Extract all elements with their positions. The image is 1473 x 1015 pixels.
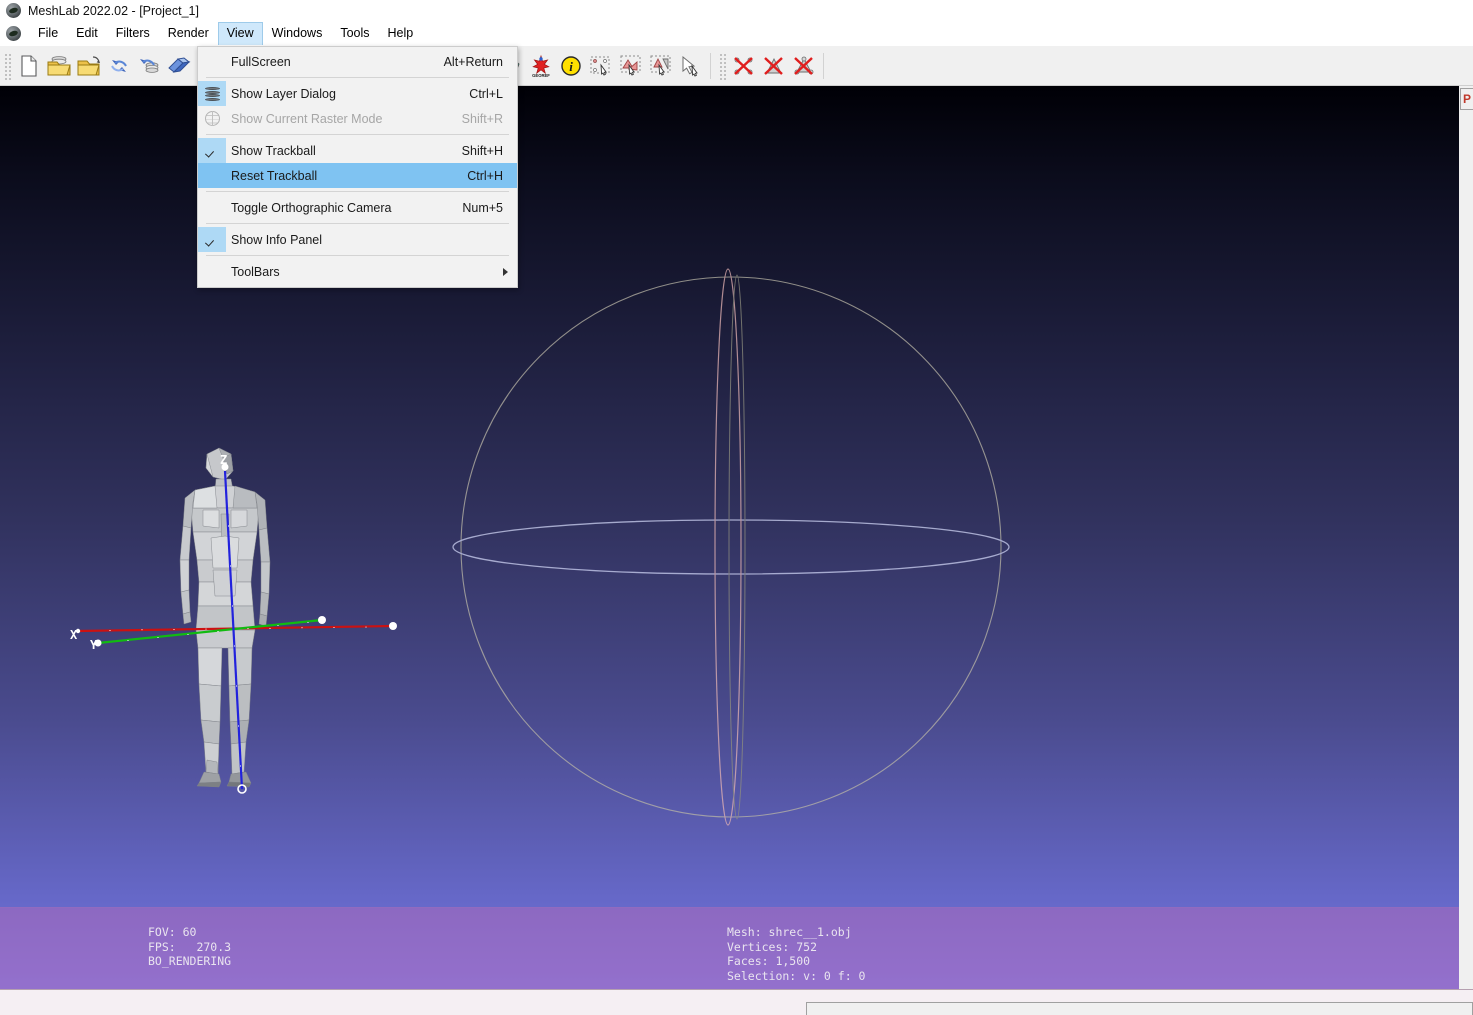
menu-item-label: Reset Trackball xyxy=(231,168,318,183)
menu-item-shortcut: Alt+Return xyxy=(443,54,503,69)
menu-separator xyxy=(206,77,509,78)
mesh-model-shrec1 xyxy=(179,447,271,788)
georef-icon[interactable]: GEOREF xyxy=(526,51,556,81)
menu-item-icon-slot xyxy=(198,195,226,220)
menu-render[interactable]: Render xyxy=(159,22,218,45)
info-panel-right: Mesh: shrec__1.obj Vertices: 752 Faces: … xyxy=(727,925,865,983)
menu-windows[interactable]: Windows xyxy=(263,22,332,45)
new-document-icon[interactable] xyxy=(14,51,44,81)
menu-item-shortcut: Ctrl+L xyxy=(469,86,503,101)
chevron-right-icon xyxy=(503,267,508,276)
toolbar-grip-icon[interactable] xyxy=(718,51,727,80)
svg-text:X: X xyxy=(70,628,78,642)
menu-item-toolbars[interactable]: ToolBars xyxy=(198,259,517,284)
toolbar-separator xyxy=(710,52,711,79)
svg-text:i: i xyxy=(569,59,573,74)
menu-separator xyxy=(206,223,509,224)
menu-filters[interactable]: Filters xyxy=(107,22,159,45)
menu-item-toggle-orthographic-camera[interactable]: Toggle Orthographic Camera Num+5 xyxy=(198,195,517,220)
menu-item-icon-slot xyxy=(198,259,226,284)
info-rendering-mode: BO_RENDERING xyxy=(148,954,232,968)
open-project-icon[interactable] xyxy=(44,51,74,81)
save-project-icon[interactable] xyxy=(134,51,164,81)
info-circle-icon[interactable]: i xyxy=(556,51,586,81)
raster-globe-icon xyxy=(198,106,226,131)
export-mesh-icon[interactable] xyxy=(164,51,194,81)
menu-item-shortcut: Shift+H xyxy=(461,143,503,158)
menu-item-show-trackball[interactable]: Show Trackball Shift+H xyxy=(198,138,517,163)
select-connected-icon[interactable] xyxy=(646,51,676,81)
trackball-gizmo xyxy=(452,268,1010,826)
menu-item-label: Show Current Raster Mode xyxy=(231,111,383,126)
info-panel: FOV: 60 FPS: 270.3 BO_RENDERING Mesh: sh… xyxy=(0,907,1462,989)
select-faces-icon[interactable] xyxy=(616,51,646,81)
delete-faces-icon[interactable] xyxy=(759,51,789,81)
menu-help[interactable]: Help xyxy=(379,22,423,45)
menu-item-icon-slot xyxy=(198,49,226,74)
menu-bar: File Edit Filters Render View Windows To… xyxy=(0,21,1473,46)
menu-item-show-current-raster-mode: Show Current Raster Mode Shift+R xyxy=(198,106,517,131)
right-dock-area: P xyxy=(1459,86,1473,991)
svg-text:Y: Y xyxy=(90,638,98,652)
meshlab-logo-icon xyxy=(6,3,21,18)
meshlab-menu-logo-icon xyxy=(6,26,21,41)
select-vertices-icon[interactable] xyxy=(586,51,616,81)
menu-item-label: Show Info Panel xyxy=(231,232,323,247)
menu-item-shortcut: Ctrl+H xyxy=(467,168,503,183)
info-fps: FPS: 270.3 xyxy=(148,939,232,954)
menu-item-fullscreen[interactable]: FullScreen Alt+Return xyxy=(198,49,517,74)
menu-item-label: Show Trackball xyxy=(231,143,316,158)
title-bar: MeshLab 2022.02 - [Project_1] xyxy=(0,0,1473,21)
menu-item-shortcut: Num+5 xyxy=(462,200,503,215)
menu-item-label: Show Layer Dialog xyxy=(231,86,336,101)
menu-item-label: ToolBars xyxy=(231,264,280,279)
window-title: MeshLab 2022.02 - [Project_1] xyxy=(28,3,199,18)
info-panel-left: FOV: 60 FPS: 270.3 BO_RENDERING xyxy=(148,925,231,969)
layer-stack-icon xyxy=(198,81,226,106)
menu-view[interactable]: View xyxy=(217,22,263,45)
menu-item-reset-trackball[interactable]: Reset Trackball Ctrl+H xyxy=(198,163,517,188)
toolbar-grip-icon[interactable] xyxy=(3,51,12,80)
menu-separator xyxy=(206,191,509,192)
info-vertices: Vertices: 752 xyxy=(727,939,818,954)
check-icon xyxy=(198,138,226,163)
arrow-cursor-icon[interactable] xyxy=(676,51,706,81)
view-dropdown-menu: FullScreen Alt+Return Show Layer Dialog … xyxy=(197,46,518,288)
menu-tools[interactable]: Tools xyxy=(331,22,378,45)
info-fov: FOV: 60 xyxy=(148,925,197,939)
delete-faces-vertices-icon[interactable] xyxy=(789,51,819,81)
menu-separator xyxy=(206,134,509,135)
menu-item-label: Toggle Orthographic Camera xyxy=(231,200,392,215)
info-mesh-name: Mesh: shrec__1.obj xyxy=(727,925,852,939)
info-selection: Selection: v: 0 f: 0 xyxy=(727,968,866,983)
bottom-docked-panel[interactable] xyxy=(806,1002,1473,1015)
menu-item-icon-slot xyxy=(198,163,226,188)
menu-item-show-layer-dialog[interactable]: Show Layer Dialog Ctrl+L xyxy=(198,81,517,106)
right-dock-panel-tab[interactable]: P xyxy=(1460,88,1473,110)
check-icon xyxy=(198,227,226,252)
import-mesh-icon[interactable] xyxy=(74,51,104,81)
menu-edit[interactable]: Edit xyxy=(67,22,107,45)
svg-text:Z: Z xyxy=(220,453,227,467)
menu-item-label: FullScreen xyxy=(231,54,291,69)
menu-item-shortcut: Shift+R xyxy=(461,111,503,126)
meshlab-window: MeshLab 2022.02 - [Project_1] File Edit … xyxy=(0,0,1473,1015)
menu-item-show-info-panel[interactable]: Show Info Panel xyxy=(198,227,517,252)
toolbar-separator xyxy=(823,52,824,79)
info-faces: Faces: 1,500 xyxy=(727,954,811,968)
svg-text:GEOREF: GEOREF xyxy=(532,73,550,78)
reload-icon[interactable] xyxy=(104,51,134,81)
menu-file[interactable]: File xyxy=(29,22,67,45)
menu-separator xyxy=(206,255,509,256)
delete-vertices-icon[interactable] xyxy=(729,51,759,81)
